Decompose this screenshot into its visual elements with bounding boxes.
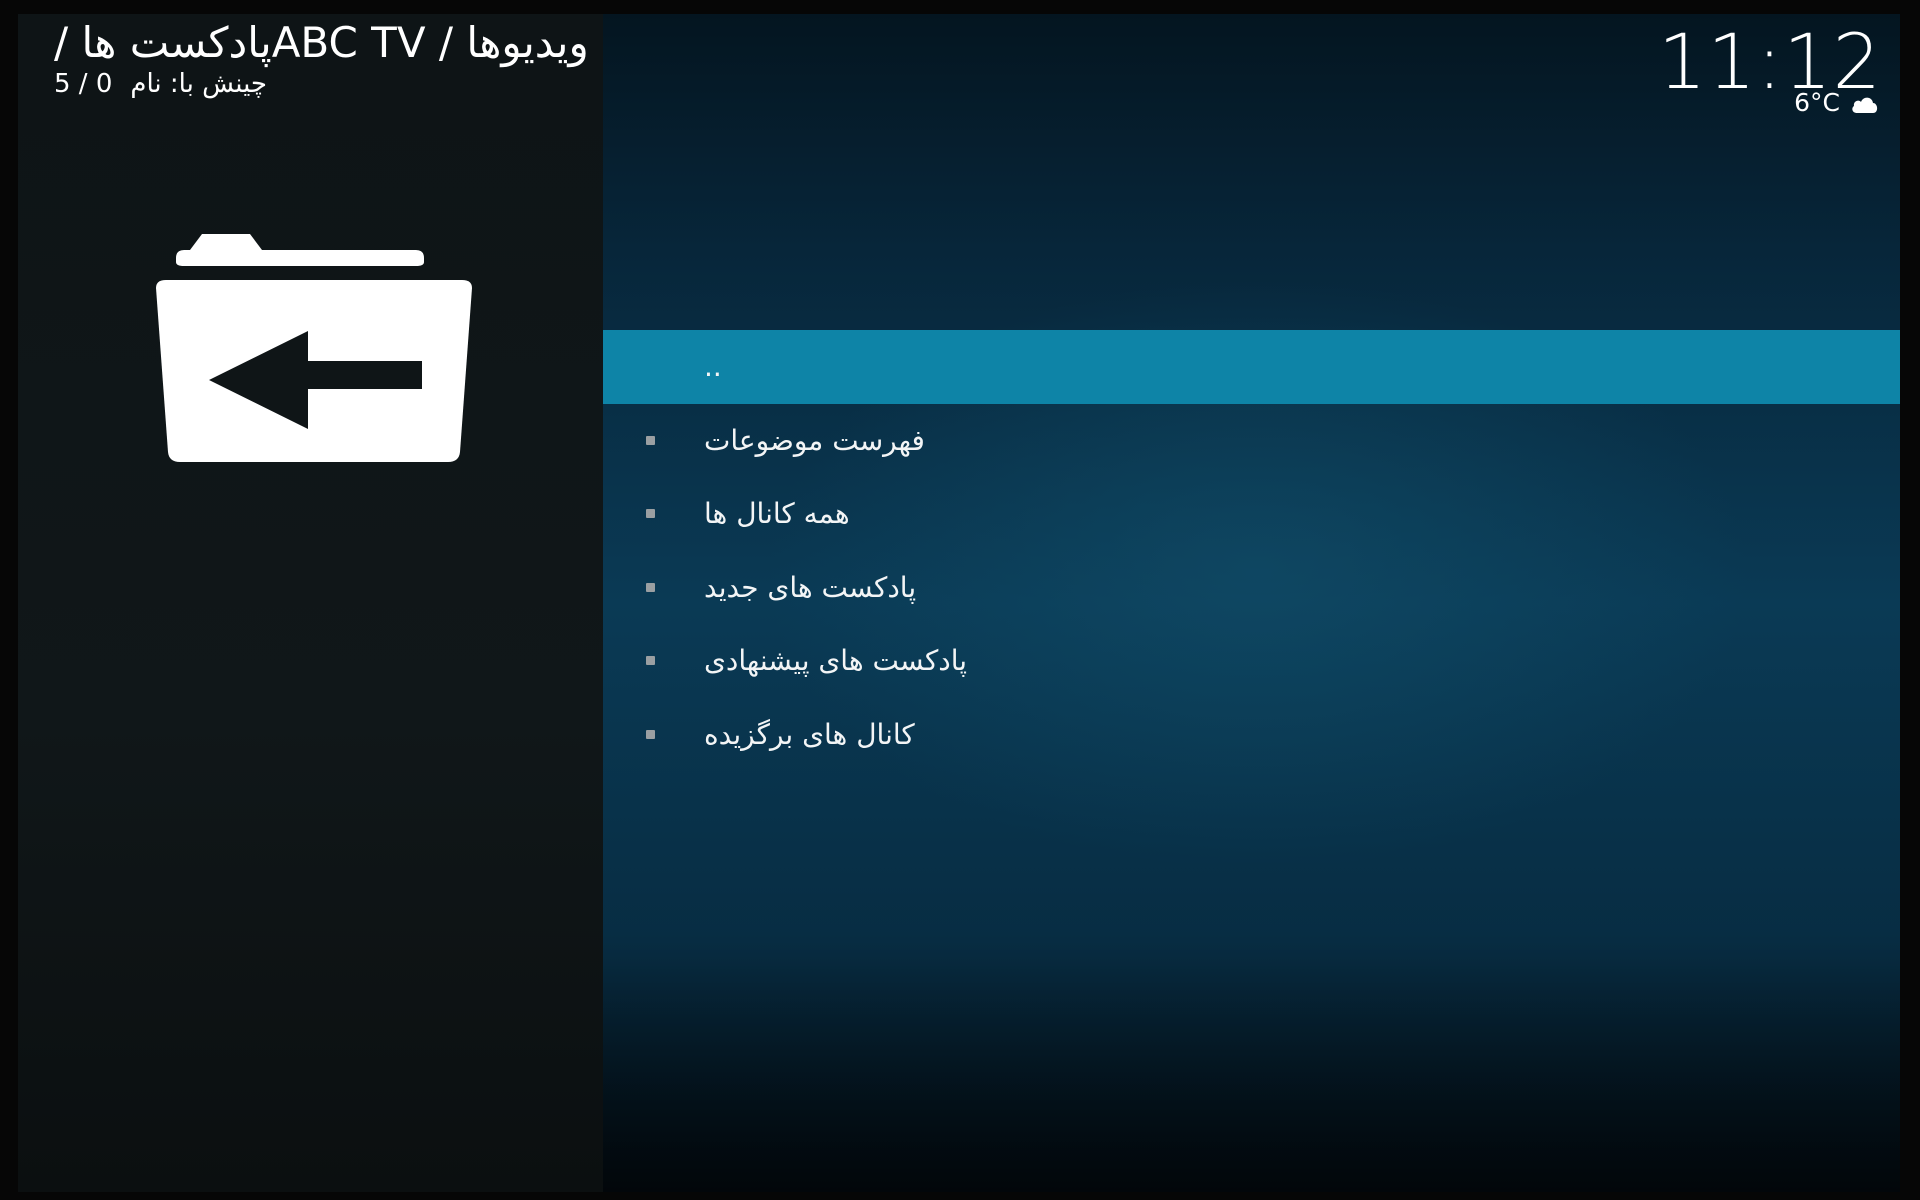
list-item-label: .. bbox=[704, 350, 722, 384]
bullet-icon bbox=[646, 656, 655, 666]
bullet-icon bbox=[646, 509, 655, 519]
list-item-parent-folder[interactable]: .. bbox=[603, 330, 1900, 404]
item-list: .. فهرست موضوعات همه کانال ها پادکست های جد… bbox=[603, 330, 1900, 771]
bullet-icon bbox=[646, 435, 655, 445]
list-item-label: کانال های برگزیده bbox=[704, 717, 915, 751]
sort-label[interactable]: چینش با: نام bbox=[130, 68, 267, 100]
list-item-label: پادکست های جدید bbox=[704, 570, 917, 604]
list-item-label: فهرست موضوعات bbox=[704, 423, 925, 457]
list-item-label: پادکست های پیشنهادی bbox=[704, 644, 968, 678]
item-counter: 5 / 0 bbox=[54, 69, 113, 99]
temperature: 6°C bbox=[1794, 88, 1840, 117]
weather: 6°C bbox=[1794, 88, 1880, 118]
screen: ویدیوها / ABC TVپادکست ها / 5 / 0 چینش ب… bbox=[0, 0, 1920, 1200]
cloud-icon bbox=[1850, 92, 1880, 114]
list-item-label: همه کانال ها bbox=[704, 497, 850, 531]
bullet-icon bbox=[646, 729, 655, 739]
header: ویدیوها / ABC TVپادکست ها / 5 / 0 چینش ب… bbox=[54, 18, 589, 99]
list-item[interactable]: پادکست های جدید bbox=[603, 551, 1900, 625]
bullet-icon bbox=[646, 582, 655, 592]
list-item[interactable]: پادکست های پیشنهادی bbox=[603, 624, 1900, 698]
list-item[interactable]: فهرست موضوعات bbox=[603, 404, 1900, 478]
side-panel bbox=[18, 14, 603, 1192]
list-item[interactable]: همه کانال ها bbox=[603, 477, 1900, 551]
sort-info: 5 / 0 چینش با: نام bbox=[54, 68, 267, 100]
list-item[interactable]: کانال های برگزیده bbox=[603, 698, 1900, 772]
breadcrumb: ویدیوها / ABC TVپادکست ها / bbox=[54, 18, 589, 67]
folder-back-icon bbox=[150, 230, 480, 470]
